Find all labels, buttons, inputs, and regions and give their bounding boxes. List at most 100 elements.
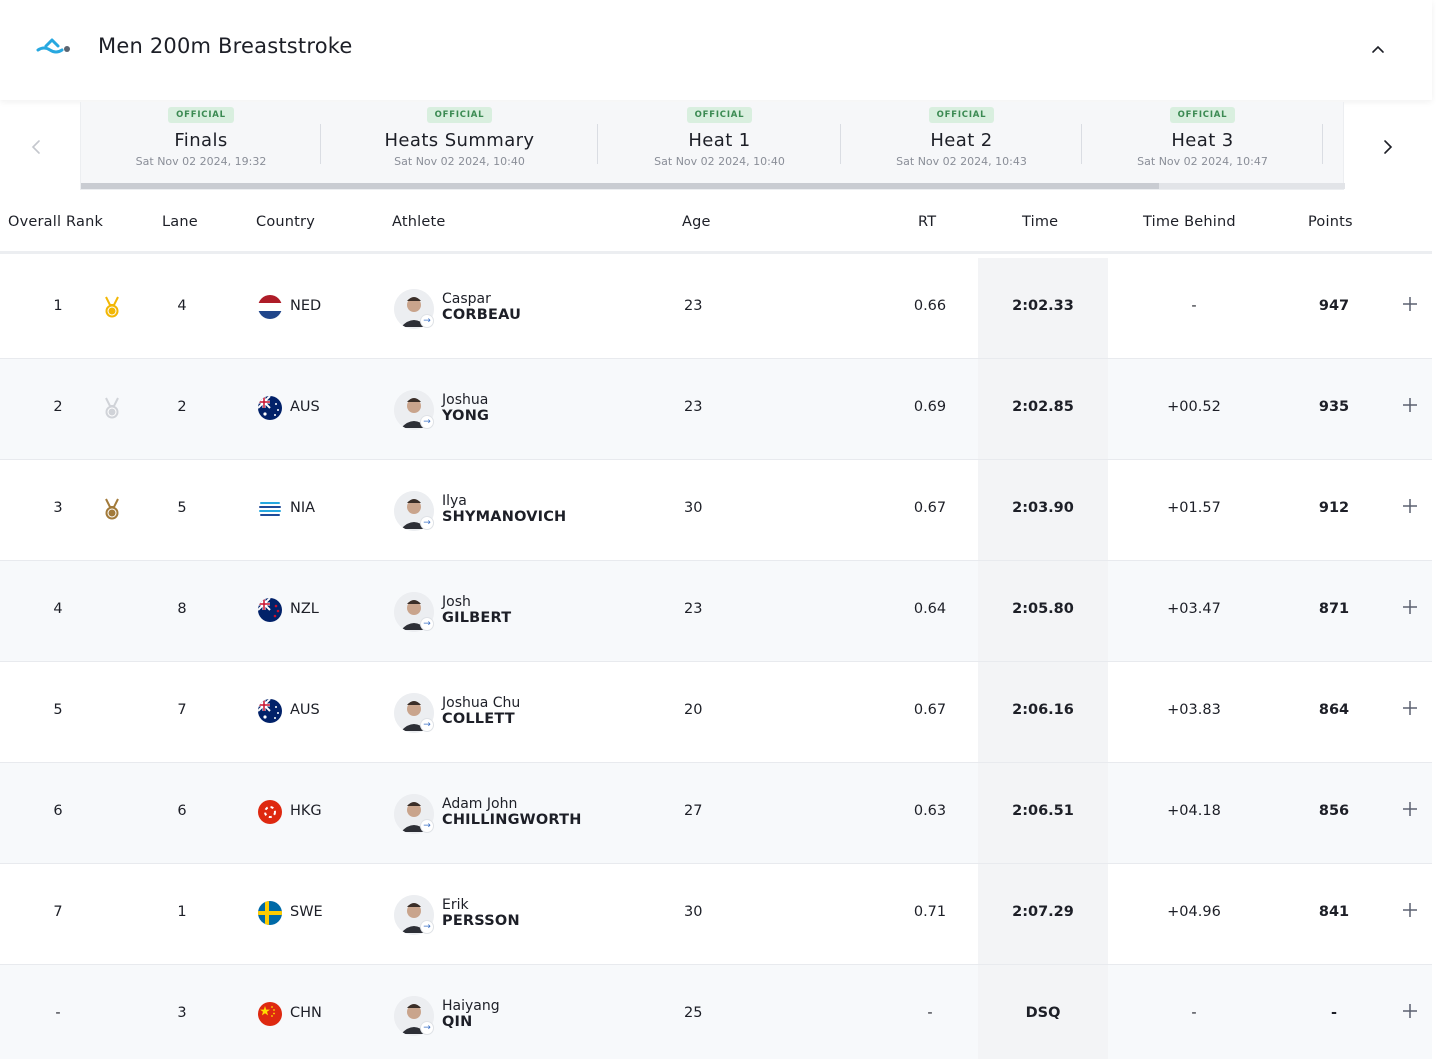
column-header-rank[interactable]: Overall Rank — [8, 214, 103, 230]
athlete-last-name[interactable]: QIN — [442, 1014, 472, 1030]
country-code: SWE — [290, 904, 323, 920]
country-code: NZL — [290, 601, 319, 617]
race-time: 2:06.16 — [1012, 702, 1074, 718]
arrow-right-icon: → — [420, 1021, 434, 1035]
tab-label: Heats Summary — [384, 130, 535, 151]
reaction-time: 0.66 — [913, 298, 947, 314]
arrow-right-icon: → — [420, 516, 434, 530]
athlete-first-name[interactable]: Caspar — [442, 291, 491, 307]
plus-icon[interactable] — [1400, 900, 1420, 920]
tab-label: Heat 3 — [1171, 130, 1234, 151]
age: 25 — [684, 1005, 703, 1021]
plus-icon[interactable] — [1400, 799, 1420, 819]
results-table-body: 1 4 NED → Caspar CORBEAU 23 0.66 2:02.33 - 947 2 2 AU… — [0, 258, 1432, 1059]
rank: 2 — [53, 399, 63, 415]
athlete-last-name[interactable]: COLLETT — [442, 711, 515, 727]
tab-heat-3[interactable]: OFFICIAL Heat 3 Sat Nov 02 2024, 10:47 — [1082, 102, 1323, 184]
athlete-first-name[interactable]: Joshua Chu — [442, 695, 520, 711]
country-code: NED — [290, 298, 322, 314]
athlete-first-name[interactable]: Adam John — [442, 796, 517, 812]
tab-divider — [1322, 124, 1323, 164]
arrow-right-icon: → — [420, 617, 434, 631]
time-behind: +03.83 — [1167, 702, 1221, 718]
table-row[interactable]: 3 5 NIA → Ilya SHYMANOVICH 30 0.67 2:03.90 +01.57… — [0, 460, 1432, 561]
tab-heat-1[interactable]: OFFICIAL Heat 1 Sat Nov 02 2024, 10:40 — [598, 102, 841, 184]
nzl-flag-icon — [258, 598, 282, 622]
athlete-first-name[interactable]: Erik — [442, 897, 469, 913]
tabs-scrollbar[interactable] — [81, 183, 1345, 189]
tab-heats-summary[interactable]: OFFICIAL Heats Summary Sat Nov 02 2024, … — [321, 102, 598, 184]
athlete-last-name[interactable]: YONG — [442, 408, 489, 424]
chevron-up-icon[interactable] — [1366, 37, 1390, 61]
plus-icon[interactable] — [1400, 597, 1420, 617]
tabs-list: OFFICIAL Finals Sat Nov 02 2024, 19:32 O… — [80, 102, 1345, 190]
chevron-left-icon[interactable] — [24, 132, 48, 162]
athlete-last-name[interactable]: GILBERT — [442, 610, 511, 626]
bronze-medal-icon — [105, 498, 119, 520]
athlete-last-name[interactable]: CHILLINGWORTH — [442, 812, 582, 828]
age: 27 — [684, 803, 703, 819]
table-row[interactable]: 2 2 AUS → Joshua YONG 23 0.69 2:02.85 +00.52 935 — [0, 359, 1432, 460]
table-row[interactable]: 7 1 SWE → Erik PERSSON 30 0.71 2:07.29 +04.96 841 — [0, 864, 1432, 965]
status-badge: OFFICIAL — [168, 107, 234, 123]
athlete-first-name[interactable]: Joshua — [442, 392, 488, 408]
time-behind: +04.96 — [1167, 904, 1221, 920]
points: 841 — [1318, 904, 1350, 920]
athlete-last-name[interactable]: SHYMANOVICH — [442, 509, 566, 525]
time-behind: +04.18 — [1167, 803, 1221, 819]
arrow-right-icon: → — [420, 415, 434, 429]
rank: 6 — [53, 803, 63, 819]
tab-date: Sat Nov 02 2024, 10:47 — [1137, 155, 1268, 168]
table-row[interactable]: 5 7 AUS → Joshua Chu COLLETT 20 0.67 2:06.16 +03.… — [0, 662, 1432, 763]
hkg-flag-icon — [258, 800, 282, 824]
column-header-rt[interactable]: RT — [918, 214, 936, 230]
reaction-time: - — [927, 1005, 933, 1021]
age: 23 — [684, 298, 703, 314]
plus-icon[interactable] — [1400, 496, 1420, 516]
column-header-age[interactable]: Age — [682, 214, 711, 230]
plus-icon[interactable] — [1400, 395, 1420, 415]
athlete-last-name[interactable]: PERSSON — [442, 913, 520, 929]
lane: 4 — [177, 298, 187, 314]
time-behind: +00.52 — [1167, 399, 1221, 415]
table-row[interactable]: 1 4 NED → Caspar CORBEAU 23 0.66 2:02.33 - 947 — [0, 258, 1432, 359]
column-header-country[interactable]: Country — [256, 214, 315, 230]
country-code: NIA — [290, 500, 316, 516]
gold-medal-icon — [105, 296, 119, 318]
age: 20 — [684, 702, 703, 718]
column-header-time-behind[interactable]: Time Behind — [1143, 214, 1236, 230]
silver-medal-icon — [105, 397, 119, 419]
chevron-right-icon[interactable] — [1376, 132, 1400, 162]
scrollbar-thumb[interactable] — [81, 183, 1159, 189]
race-time: 2:02.85 — [1012, 399, 1074, 415]
table-row[interactable]: 6 6 HKG → Adam John CHILLINGWORTH 27 0.63 2:06.5… — [0, 763, 1432, 864]
rank: 4 — [53, 601, 63, 617]
table-row[interactable]: - 3 CHN → Haiyang QIN 25 - DSQ - - — [0, 965, 1432, 1059]
tab-date: Sat Nov 02 2024, 10:40 — [654, 155, 785, 168]
table-row[interactable]: 4 8 NZL → Josh GILBERT 23 0.64 2:05.80 +03.47 871 — [0, 561, 1432, 662]
lane: 7 — [177, 702, 187, 718]
plus-icon[interactable] — [1400, 698, 1420, 718]
reaction-time: 0.63 — [913, 803, 947, 819]
column-header-athlete[interactable]: Athlete — [392, 214, 446, 230]
tab-label: Heat 1 — [688, 130, 751, 151]
column-header-lane[interactable]: Lane — [162, 214, 198, 230]
athlete-first-name[interactable]: Ilya — [442, 493, 467, 509]
column-header-points[interactable]: Points — [1308, 214, 1353, 230]
tab-finals[interactable]: OFFICIAL Finals Sat Nov 02 2024, 19:32 — [81, 102, 321, 187]
time-behind: +01.57 — [1167, 500, 1221, 516]
athlete-last-name[interactable]: CORBEAU — [442, 307, 521, 323]
status-badge: OFFICIAL — [686, 107, 753, 123]
aus-flag-icon — [258, 699, 282, 723]
plus-icon[interactable] — [1400, 294, 1420, 314]
points: 856 — [1318, 803, 1350, 819]
column-header-time[interactable]: Time — [1022, 214, 1058, 230]
tab-heat-2[interactable]: OFFICIAL Heat 2 Sat Nov 02 2024, 10:43 — [841, 102, 1082, 184]
results-table-header: Overall Rank Lane Country Athlete Age RT… — [0, 200, 1432, 254]
plus-icon[interactable] — [1400, 1001, 1420, 1021]
athlete-first-name[interactable]: Josh — [442, 594, 471, 610]
athlete-first-name[interactable]: Haiyang — [442, 998, 500, 1014]
arrow-right-icon: → — [420, 920, 434, 934]
tab-date: Sat Nov 02 2024, 10:40 — [394, 155, 525, 168]
arrow-right-icon: → — [420, 718, 434, 732]
